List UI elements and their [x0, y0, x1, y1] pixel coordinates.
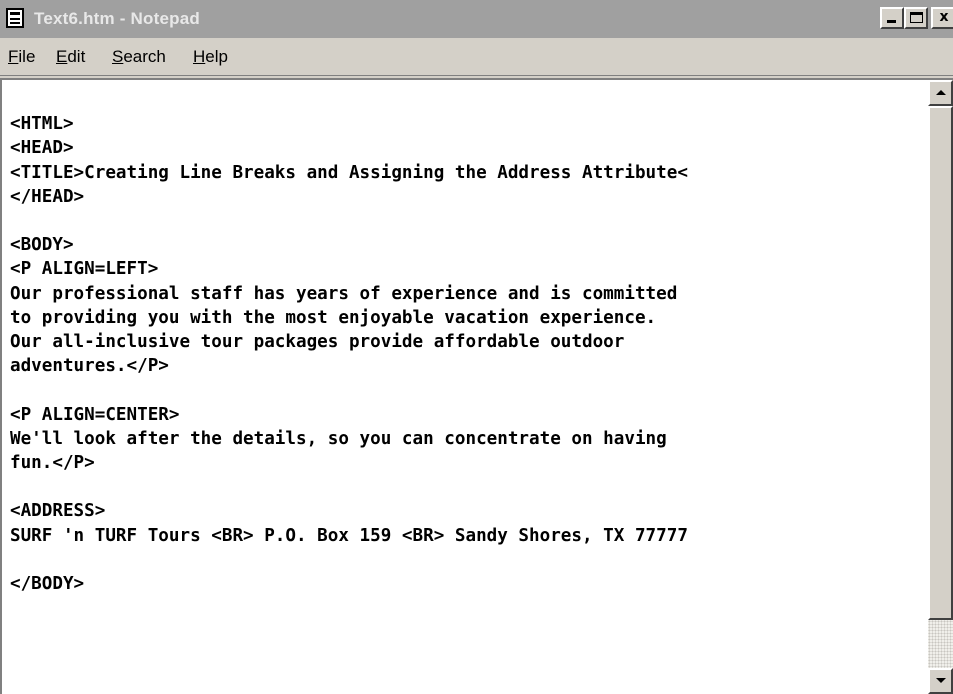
notepad-icon[interactable]	[6, 8, 24, 28]
window-title: Text6.htm - Notepad	[34, 9, 200, 28]
vertical-scrollbar[interactable]	[928, 80, 953, 694]
menu-help[interactable]: Help	[193, 47, 228, 67]
minimize-button[interactable]	[880, 7, 904, 29]
scroll-track[interactable]	[928, 620, 953, 668]
notepad-window: Text6.htm - Notepad x File Edit Search H…	[0, 0, 953, 694]
menu-file[interactable]: File	[8, 47, 35, 67]
text-editor[interactable]: <HTML> <HEAD> <TITLE>Creating Line Break…	[10, 88, 930, 688]
arrow-up-icon	[936, 90, 946, 95]
title-bar[interactable]: Text6.htm - Notepad x	[0, 0, 953, 38]
close-button[interactable]: x	[931, 7, 953, 29]
close-icon: x	[939, 9, 949, 25]
menu-bar: File Edit Search Help	[0, 38, 953, 76]
scroll-down-button[interactable]	[928, 668, 953, 694]
scroll-thumb[interactable]	[928, 106, 953, 620]
menu-search[interactable]: Search	[112, 47, 166, 67]
maximize-button[interactable]	[904, 7, 928, 29]
minimize-icon	[887, 20, 896, 23]
maximize-icon	[910, 12, 923, 23]
arrow-down-icon	[936, 678, 946, 683]
scroll-up-button[interactable]	[928, 80, 953, 106]
menu-edit[interactable]: Edit	[56, 47, 85, 67]
editor-frame: <HTML> <HEAD> <TITLE>Creating Line Break…	[0, 78, 953, 694]
